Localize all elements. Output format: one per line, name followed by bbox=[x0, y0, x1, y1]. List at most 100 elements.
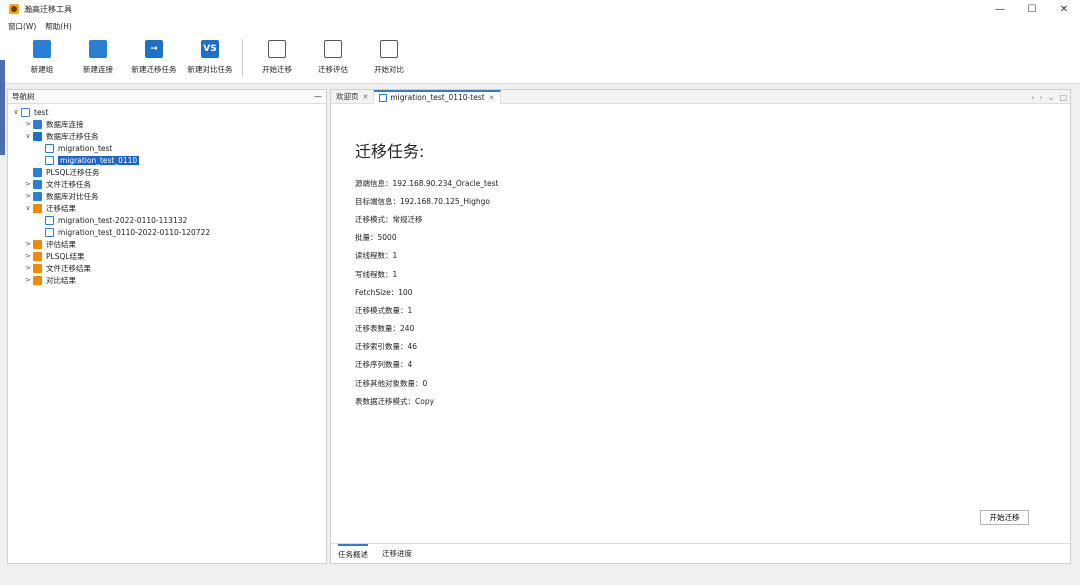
title-bar: 瀚高迁移工具 — ☐ ✕ bbox=[0, 0, 1080, 18]
minimize-panel-icon[interactable]: — bbox=[314, 92, 322, 101]
compare-task-icon: VS bbox=[201, 40, 219, 58]
task-info-row: 迁移表数量：240 bbox=[355, 324, 415, 334]
tree-item-label: migration_test bbox=[58, 143, 113, 153]
menu-help[interactable]: 帮助(H) bbox=[45, 21, 72, 32]
migration-task-icon: → bbox=[145, 40, 163, 58]
task-info-row: 写线程数：1 bbox=[355, 269, 398, 279]
task-info-row: FetchSize：100 bbox=[355, 287, 413, 297]
start-migration-button[interactable]: 开始迁移 bbox=[980, 510, 1029, 525]
toolbar-label: 新建迁移任务 bbox=[131, 65, 177, 74]
nav-header: 导航树 — bbox=[8, 90, 326, 104]
tree-item-label: 数据库迁移任务 bbox=[46, 131, 99, 141]
tree-item-label: PLSQL结果 bbox=[46, 251, 85, 261]
close-icon[interactable]: ✕ bbox=[1048, 0, 1080, 18]
toolbar-button-0[interactable]: 新建组 bbox=[14, 40, 70, 84]
tree-item[interactable]: > 数据库对比任务 bbox=[8, 190, 326, 202]
tree-item[interactable]: ∨ 数据库迁移任务 bbox=[8, 130, 326, 142]
bottom-tab-bar: 任务概述 迁移进度 bbox=[331, 543, 1070, 563]
tree-item[interactable]: > 数据库连接 bbox=[8, 118, 326, 130]
toolbar-label: 新建对比任务 bbox=[187, 65, 233, 74]
connection-icon bbox=[89, 40, 107, 58]
tree-item[interactable]: PLSQL迁移任务 bbox=[8, 166, 326, 178]
nav-tree: ∨ test > 数据库连接 ∨ 数据库迁移任务 migration_test migrati… bbox=[8, 104, 326, 286]
chevron-right-icon[interactable]: > bbox=[23, 264, 33, 272]
chevron-down-icon[interactable]: ⌄ bbox=[1048, 93, 1055, 102]
close-icon[interactable]: ✕ bbox=[363, 93, 369, 101]
task-doc-icon bbox=[379, 93, 388, 102]
tree-item-label: migration_test_0110-2022-0110-120722 bbox=[58, 227, 211, 237]
compare-icon bbox=[380, 40, 398, 58]
chevron-right-icon[interactable]: > bbox=[23, 180, 33, 188]
toolbar-label: 开始迁移 bbox=[262, 65, 292, 74]
close-icon[interactable]: ✕ bbox=[489, 94, 495, 102]
chevron-left-icon[interactable]: ‹ bbox=[1031, 93, 1034, 102]
toolbar-button-3[interactable]: VS 新建对比任务 bbox=[182, 40, 238, 84]
tree-item[interactable]: > 文件迁移任务 bbox=[8, 178, 326, 190]
chevron-down-icon[interactable]: ∨ bbox=[11, 108, 21, 116]
tree-item[interactable]: migration_test bbox=[8, 142, 326, 154]
toolbar-label: 开始对比 bbox=[374, 65, 404, 74]
chevron-right-icon[interactable]: › bbox=[1040, 93, 1043, 102]
chevron-right-icon[interactable]: > bbox=[23, 252, 33, 260]
folder-icon bbox=[33, 275, 42, 285]
file-icon bbox=[33, 179, 42, 189]
maximize-icon[interactable]: ☐ bbox=[1016, 0, 1048, 18]
menu-bar: 窗口(W) 帮助(H) bbox=[0, 18, 1080, 34]
tree-item[interactable]: migration_test_0110 bbox=[8, 154, 326, 166]
task-info-row: 目标端信息：192.168.70.125_Highgo bbox=[355, 196, 490, 206]
tab-nav-controls: ‹ › ⌄ □ bbox=[1026, 90, 1067, 104]
maximize-panel-icon[interactable]: □ bbox=[1059, 93, 1067, 102]
chevron-down-icon[interactable]: ∨ bbox=[23, 204, 33, 212]
tree-item[interactable]: > 文件迁移结果 bbox=[8, 262, 326, 274]
chevron-right-icon[interactable]: > bbox=[23, 120, 33, 128]
minimize-icon[interactable]: — bbox=[984, 0, 1016, 18]
tree-item[interactable]: migration_test_0110-2022-0110-120722 bbox=[8, 226, 326, 238]
task-info-row: 迁移索引数量：46 bbox=[355, 342, 418, 352]
nav-title: 导航树 bbox=[12, 92, 35, 101]
window-title: 瀚高迁移工具 bbox=[24, 4, 72, 14]
tree-item[interactable]: migration_test-2022-0110-113132 bbox=[8, 214, 326, 226]
compare-icon bbox=[33, 191, 42, 201]
result-doc-icon bbox=[45, 215, 54, 225]
plsql-icon bbox=[33, 167, 42, 177]
toolbar-button-5[interactable]: 迁移评估 bbox=[305, 40, 361, 84]
toolbar-label: 迁移评估 bbox=[318, 65, 348, 74]
editor-panel: 欢迎页 ✕ migration_test_0110-test ✕ ‹ › ⌄ □… bbox=[330, 89, 1071, 564]
tree-item[interactable]: ∨ 迁移结果 bbox=[8, 202, 326, 214]
chevron-right-icon[interactable]: > bbox=[23, 276, 33, 284]
toolbar-button-4[interactable]: 开始迁移 bbox=[249, 40, 305, 84]
tree-item[interactable]: > 评估结果 bbox=[8, 238, 326, 250]
tab-task-overview[interactable]: 任务概述 bbox=[338, 543, 368, 564]
task-info-row: 迁移模式：常规迁移 bbox=[355, 214, 423, 224]
toolbar-label: 新建组 bbox=[30, 65, 54, 74]
toolbar-button-2[interactable]: → 新建迁移任务 bbox=[126, 40, 182, 84]
tree-item[interactable]: > PLSQL结果 bbox=[8, 250, 326, 262]
window-controls: — ☐ ✕ bbox=[984, 0, 1080, 18]
tree-item-label: 数据库对比任务 bbox=[46, 191, 99, 201]
status-bar bbox=[0, 566, 1080, 585]
tree-item[interactable]: ∨ test bbox=[8, 106, 326, 118]
menu-window[interactable]: 窗口(W) bbox=[8, 21, 36, 32]
toolbar-button-1[interactable]: 新建连接 bbox=[70, 40, 126, 84]
toolbar-button-6[interactable]: 开始对比 bbox=[361, 40, 417, 84]
tree-item[interactable]: > 对比结果 bbox=[8, 274, 326, 286]
toolbar: 新建组 新建连接 → 新建迁移任务 VS 新建对比任务 开始迁移 迁移评估 开始对比 bbox=[0, 34, 1080, 84]
task-info-list: 源端信息：192.168.90.234_Oracle_test 目标端信息：192… bbox=[355, 174, 498, 410]
task-info-row: 批量：5000 bbox=[355, 233, 397, 243]
task-info-row: 表数据迁移模式：Copy bbox=[355, 396, 435, 406]
tab-welcome[interactable]: 欢迎页 ✕ bbox=[331, 89, 375, 104]
tab-bar: 欢迎页 ✕ migration_test_0110-test ✕ ‹ › ⌄ □ bbox=[331, 89, 1070, 104]
tab-migration-progress[interactable]: 迁移进度 bbox=[382, 544, 412, 564]
result-doc-icon bbox=[45, 227, 54, 237]
chevron-right-icon[interactable]: > bbox=[23, 192, 33, 200]
tree-item-label: 文件迁移任务 bbox=[46, 179, 91, 189]
navigation-panel: 导航树 — ∨ test > 数据库连接 ∨ 数据库迁移任务 migration_test m… bbox=[7, 89, 327, 564]
chevron-right-icon[interactable]: > bbox=[23, 240, 33, 248]
task-info-row: 迁移其他对象数量：0 bbox=[355, 378, 428, 388]
tab-migration-task[interactable]: migration_test_0110-test ✕ bbox=[374, 89, 501, 104]
chevron-down-icon[interactable]: ∨ bbox=[23, 132, 33, 140]
group-icon bbox=[33, 40, 51, 58]
connection-icon bbox=[33, 119, 42, 129]
pg-icon bbox=[324, 40, 342, 58]
tree-item-label: 数据库连接 bbox=[46, 119, 84, 129]
